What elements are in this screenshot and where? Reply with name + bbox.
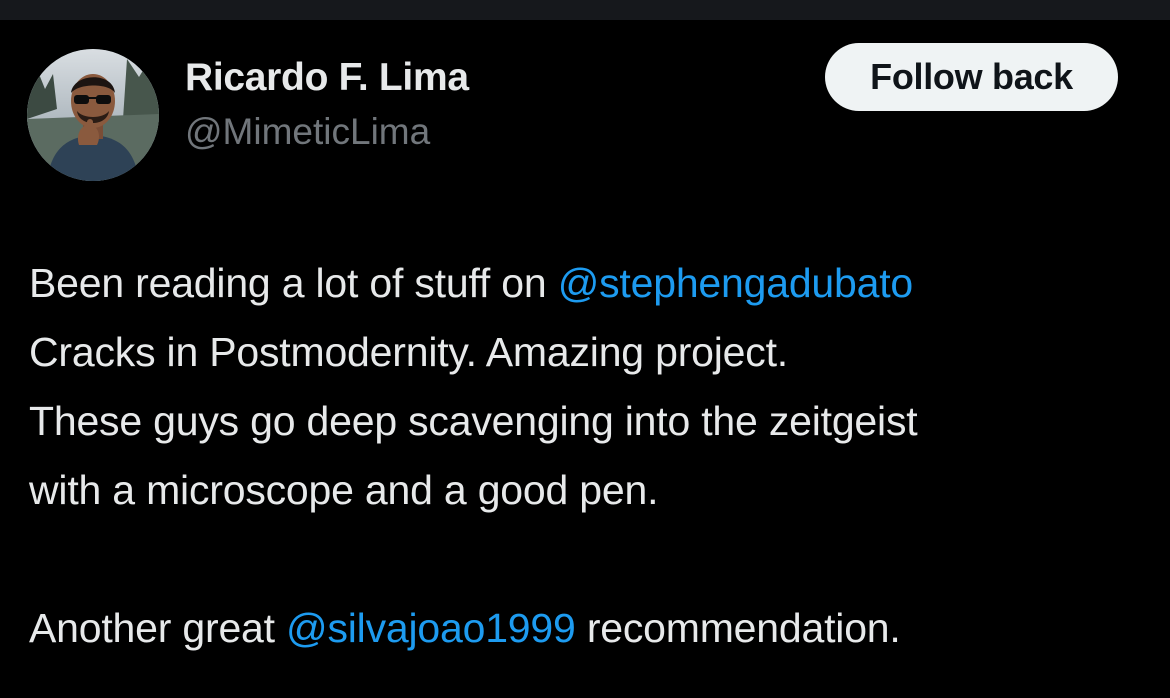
avatar-photo: [27, 49, 159, 181]
tweet-text-line-2: Cracks in Postmodernity. Amazing project…: [29, 329, 788, 375]
tweet-text-line-3: These guys go deep scavenging into the z…: [29, 398, 918, 444]
mention-link-stephengadubato[interactable]: @stephengadubato: [558, 260, 914, 306]
tweet-text-segment: Been reading a lot of stuff on: [29, 260, 558, 306]
tweet-text-segment: recommendation.: [575, 605, 901, 651]
tweet-text-line-6: Another great @silvajoao1999 recommendat…: [29, 594, 1159, 663]
follow-back-button[interactable]: Follow back: [825, 43, 1118, 111]
tweet-card: Ricardo F. Lima @MimeticLima Follow back…: [0, 20, 1170, 698]
tweet-text-segment: Another great: [29, 605, 287, 651]
author-handle[interactable]: @MimeticLima: [185, 111, 430, 153]
top-edge-strip: [0, 0, 1170, 20]
avatar[interactable]: [27, 49, 159, 181]
author-name[interactable]: Ricardo F. Lima: [185, 56, 469, 100]
tweet-text: Been reading a lot of stuff on @stepheng…: [29, 249, 1159, 663]
tweet-text-line-1: Been reading a lot of stuff on @stepheng…: [29, 249, 1159, 318]
mention-link-silvajoao1999[interactable]: @silvajoao1999: [286, 605, 576, 651]
tweet-text-line-4: with a microscope and a good pen.: [29, 467, 659, 513]
